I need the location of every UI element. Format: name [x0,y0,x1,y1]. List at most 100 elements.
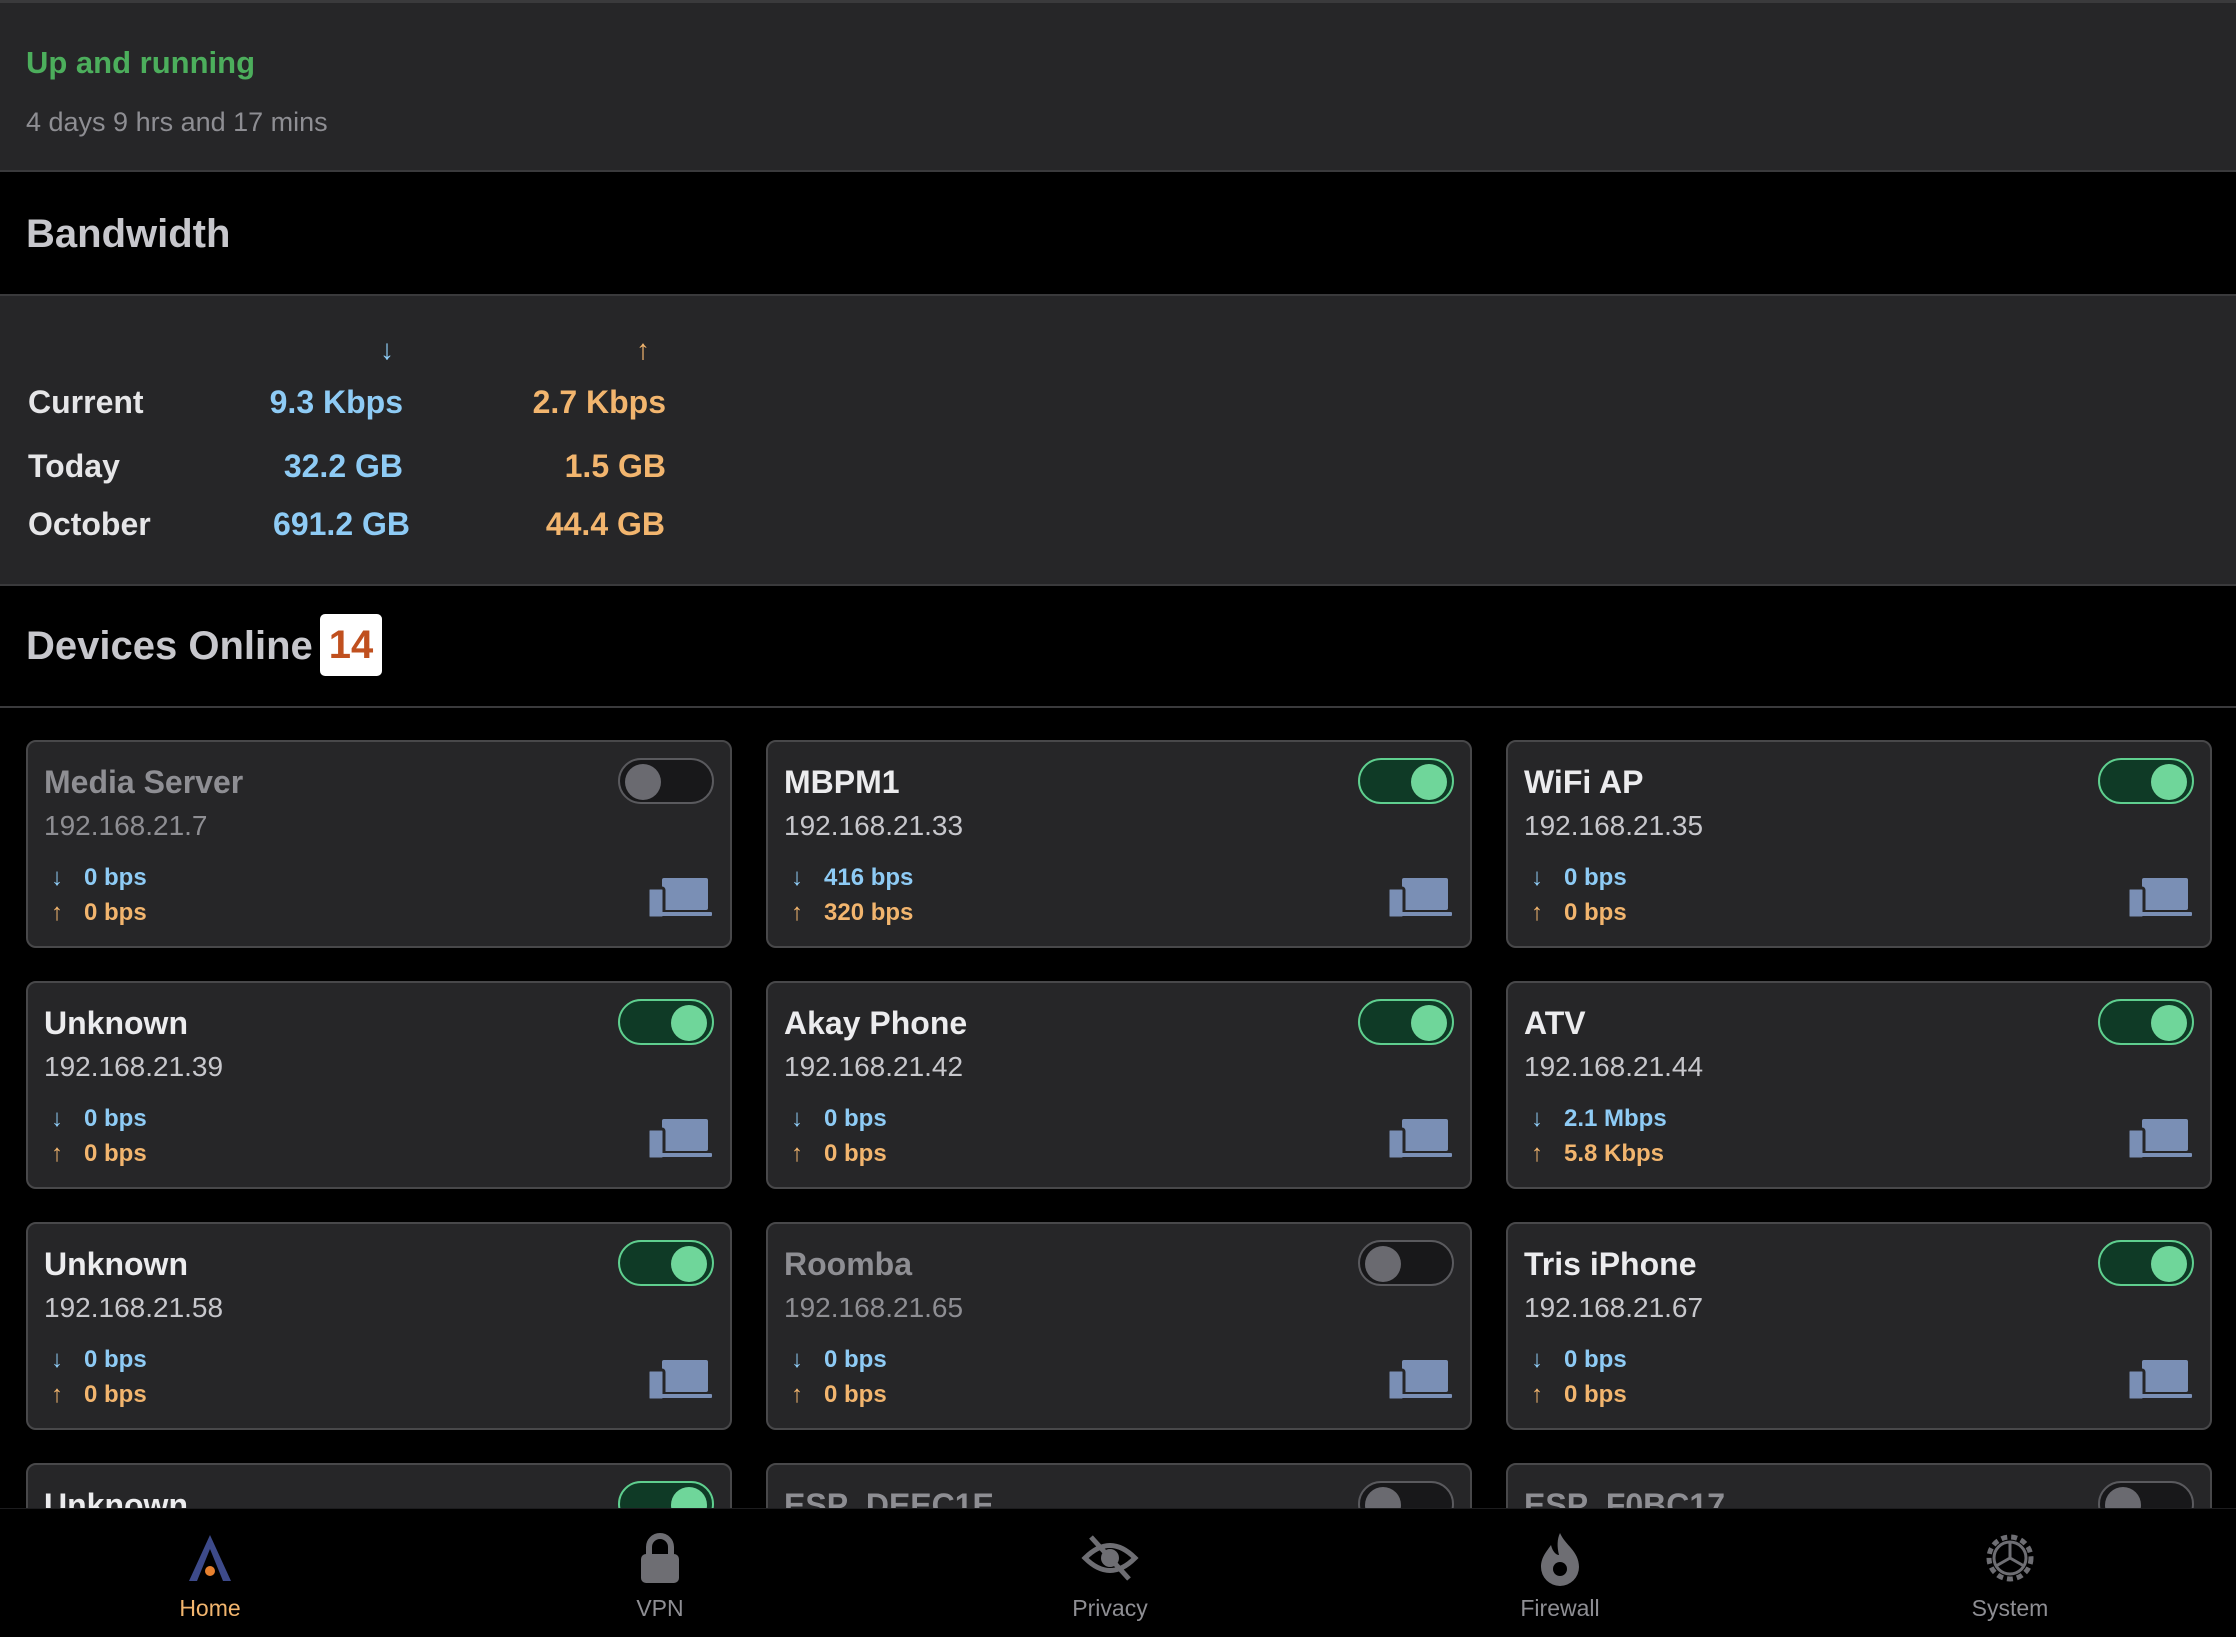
toggle-knob [671,1487,707,1508]
device-card[interactable]: ESP_F0BC17↓↑ [1506,1463,2212,1508]
device-enable-toggle[interactable] [618,999,714,1045]
bandwidth-current-download: 9.3 Kbps [269,384,403,420]
device-card[interactable]: Media Server 192.168.21.7 ↓ 0 bps ↑ 0 bps [26,740,732,948]
device-name: WiFi AP [1524,764,1644,800]
device-enable-toggle[interactable] [2098,1481,2194,1508]
bandwidth-row-label: Today [28,448,120,484]
download-arrow-icon: ↓ [1531,864,1543,891]
device-enable-toggle[interactable] [618,1481,714,1508]
upload-arrow-icon: ↑ [791,1140,803,1167]
download-arrow-icon: ↓ [51,1105,63,1132]
upload-arrow-icon: ↑ [636,334,650,365]
bandwidth-title: Bandwidth [26,212,231,256]
uptime-text: 4 days 9 hrs and 17 mins [26,107,328,137]
download-arrow-icon: ↓ [1531,1346,1543,1373]
download-value: 0 bps [824,1105,887,1132]
device-upload-rate: ↑ 0 bps [788,1140,887,1168]
device-name: ESP_F0BC17 [1524,1487,1725,1508]
device-enable-toggle[interactable] [618,758,714,804]
device-name: Unknown [44,1487,188,1508]
device-upload-rate: ↑ 0 bps [1528,1381,1627,1409]
upload-arrow-icon: ↑ [1531,1140,1543,1167]
download-value: 2.1 Mbps [1564,1105,1667,1132]
device-enable-toggle[interactable] [1358,1481,1454,1508]
toggle-knob [2151,764,2187,800]
device-card[interactable]: Roomba 192.168.21.65 ↓ 0 bps ↑ 0 bps [766,1222,1472,1430]
device-upload-rate: ↑ 0 bps [48,1140,147,1168]
home-logo-icon [189,1535,231,1581]
device-upload-rate: ↑ 0 bps [48,1381,147,1409]
device-enable-toggle[interactable] [2098,999,2194,1045]
device-enable-toggle[interactable] [1358,999,1454,1045]
device-enable-toggle[interactable] [2098,758,2194,804]
download-arrow-icon: ↓ [791,1105,803,1132]
device-name: Roomba [784,1246,912,1282]
device-card[interactable]: WiFi AP 192.168.21.35 ↓ 0 bps ↑ 0 bps [1506,740,2212,948]
device-name: Unknown [44,1005,188,1041]
toggle-knob [625,764,661,800]
device-name: Tris iPhone [1524,1246,1697,1282]
tab-label: Firewall [1520,1595,1600,1621]
upload-value: 0 bps [1564,899,1627,926]
download-arrow-icon: ↓ [380,334,394,365]
device-name: Media Server [44,764,244,800]
device-card[interactable]: Tris iPhone 192.168.21.67 ↓ 0 bps ↑ 0 bps [1506,1222,2212,1430]
device-upload-rate: ↑ 320 bps [788,899,913,927]
device-card[interactable]: Akay Phone 192.168.21.42 ↓ 0 bps ↑ 0 bps [766,981,1472,1189]
device-screen-icon [648,1119,712,1161]
device-ip: 192.168.21.65 [784,1292,964,1323]
devices-header: Devices Online 14 [0,586,2236,708]
device-screen-icon [2128,1119,2192,1161]
tab-privacy[interactable]: Privacy [1010,1529,1210,1622]
tab-vpn[interactable]: VPN [560,1529,760,1622]
device-name: Unknown [44,1246,188,1282]
device-enable-toggle[interactable] [2098,1240,2194,1286]
device-ip: 192.168.21.33 [784,810,964,841]
device-enable-toggle[interactable] [618,1240,714,1286]
device-name: Akay Phone [784,1005,968,1041]
bandwidth-row-label: Current [28,384,144,420]
toggle-knob [1411,764,1447,800]
device-card[interactable]: Unknown 192.168.21.39 ↓ 0 bps ↑ 0 bps [26,981,732,1189]
upload-value: 320 bps [824,899,914,926]
device-screen-icon [1388,1119,1452,1161]
tab-firewall[interactable]: Firewall [1460,1529,1660,1622]
device-enable-toggle[interactable] [1358,1240,1454,1286]
devices-count-badge: 14 [320,614,382,676]
upload-arrow-icon: ↑ [51,1381,63,1408]
lock-icon [641,1533,679,1583]
download-arrow-icon: ↓ [791,864,803,891]
device-ip: 192.168.21.39 [44,1051,224,1082]
upload-value: 5.8 Kbps [1564,1140,1665,1167]
device-name: MBPM1 [784,764,900,800]
device-name: ESP_DEEC1E [784,1487,994,1508]
toggle-knob [671,1246,707,1282]
tab-system[interactable]: System [1910,1529,2110,1622]
device-card[interactable]: ATV 192.168.21.44 ↓ 2.1 Mbps ↑ 5.8 Kbps [1506,981,2212,1189]
device-card[interactable]: ESP_DEEC1E↓↑ [766,1463,1472,1508]
upload-value: 0 bps [824,1381,887,1408]
device-card[interactable]: MBPM1 192.168.21.33 ↓ 416 bps ↑ 320 bps [766,740,1472,948]
device-upload-rate: ↑ 0 bps [1528,899,1627,927]
toggle-knob [2151,1246,2187,1282]
upload-value: 0 bps [824,1140,887,1167]
device-card[interactable]: Unknown 192.168.21.58 ↓ 0 bps ↑ 0 bps [26,1222,732,1430]
bandwidth-current-upload: 2.7 Kbps [532,384,666,420]
toggle-knob [1365,1487,1401,1508]
eye-slash-icon [1081,1535,1139,1581]
tab-label: System [1971,1595,2049,1621]
device-enable-toggle[interactable] [1358,758,1454,804]
tab-label: VPN [636,1595,684,1621]
toggle-knob [2105,1487,2141,1508]
upload-value: 0 bps [84,899,147,926]
device-screen-icon [648,878,712,920]
device-download-rate: ↓ 0 bps [48,864,147,892]
status-text: Up and running [26,45,256,80]
upload-arrow-icon: ↑ [1531,899,1543,926]
upload-arrow-icon: ↑ [51,1140,63,1167]
tab-bar: Home VPN Privacy Firewall System [0,1508,2236,1637]
device-download-rate: ↓ 0 bps [788,1346,887,1374]
device-download-rate: ↓ 2.1 Mbps [1528,1105,1667,1133]
tab-home[interactable]: Home [110,1529,310,1622]
device-card[interactable]: Unknown↓↑ [26,1463,732,1508]
